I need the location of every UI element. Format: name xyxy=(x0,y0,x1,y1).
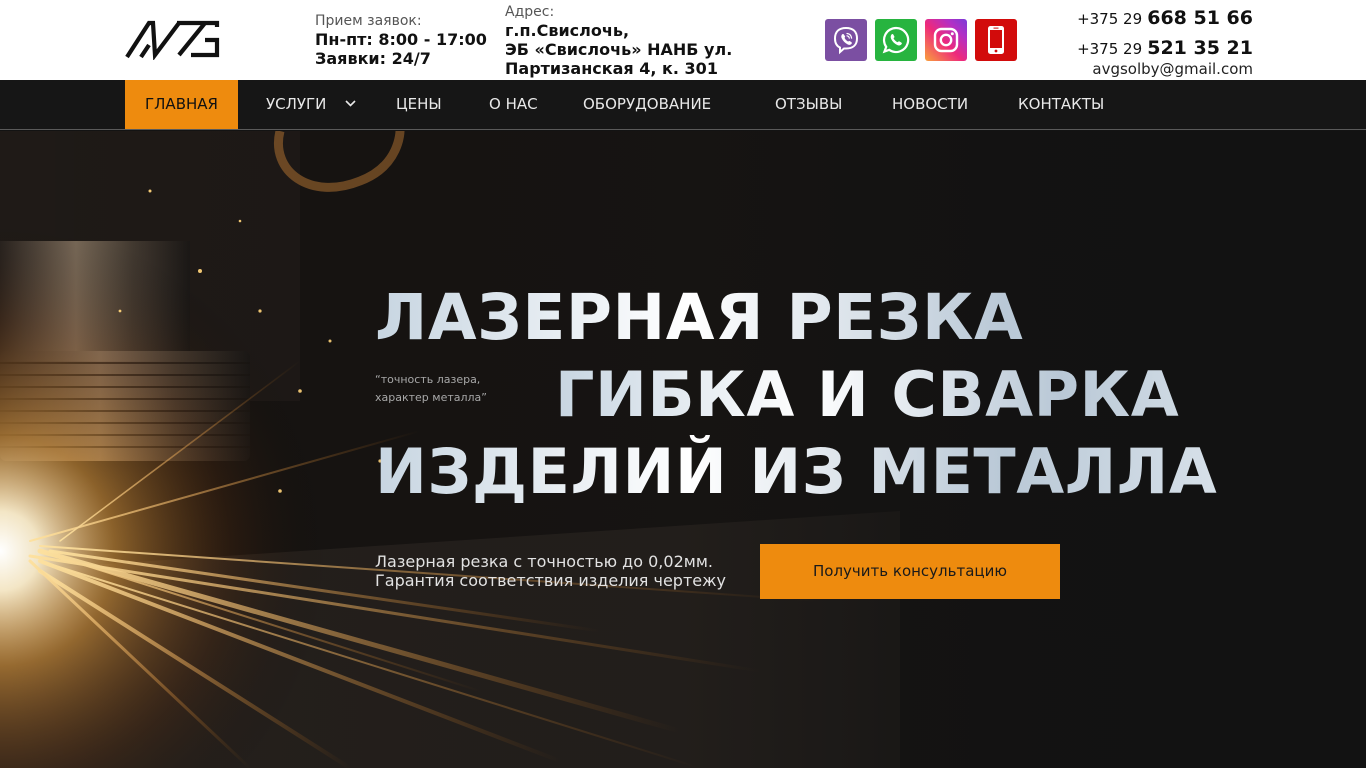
hero-title-line-3: ИЗДЕЛИЙ ИЗ МЕТАЛЛА xyxy=(375,433,1275,510)
consultation-button[interactable]: Получить консультацию xyxy=(760,544,1060,599)
phone-number-2[interactable]: +375 29 521 35 21 xyxy=(993,34,1253,63)
address-label: Адрес: xyxy=(505,4,555,20)
address-line-2: ЭБ «Свислочь» НАНБ ул. xyxy=(505,40,733,59)
hero-title-line-2: ГИБКА И СВАРКА xyxy=(555,356,1275,433)
phone-digits-1: 668 51 66 xyxy=(1147,7,1253,29)
viber-link[interactable] xyxy=(825,19,867,61)
address-line-1: г.п.Свислочь, xyxy=(505,21,630,40)
working-hours: Прием заявок: Пн-пт: 8:00 - 17:00 Заявки… xyxy=(315,12,487,68)
address-block: Адрес: г.п.Свислочь, ЭБ «Свислочь» НАНБ … xyxy=(505,3,732,78)
hours-requests: Заявки: 24/7 xyxy=(315,49,431,68)
nav-item-about[interactable]: О НАС xyxy=(489,80,538,129)
phone-code-2: +375 29 xyxy=(1077,40,1143,58)
hero-subtitle: Лазерная резка с точностью до 0,02мм. Га… xyxy=(375,552,726,590)
nav-item-equipment[interactable]: ОБОРУДОВАНИЕ xyxy=(583,80,711,129)
hero-subtitle-line-1: Лазерная резка с точностью до 0,02мм. xyxy=(375,552,713,571)
whatsapp-link[interactable] xyxy=(875,19,917,61)
nav-item-home[interactable]: ГЛАВНАЯ xyxy=(125,80,238,129)
chevron-down-icon xyxy=(345,99,356,107)
nav-item-news[interactable]: НОВОСТИ xyxy=(892,80,968,129)
contact-block: +375 29 668 51 66 +375 29 521 35 21 avgs… xyxy=(993,4,1253,78)
nav-item-prices[interactable]: ЦЕНЫ xyxy=(396,80,442,129)
avg-logo[interactable] xyxy=(125,18,221,60)
viber-icon xyxy=(833,26,859,55)
instagram-icon xyxy=(933,27,959,53)
hours-weekdays: Пн-пт: 8:00 - 17:00 xyxy=(315,30,487,49)
instagram-link[interactable] xyxy=(925,19,967,61)
hero-tagline: “точность лазера, характер металла” xyxy=(375,373,487,404)
phone-digits-2: 521 35 21 xyxy=(1147,37,1253,59)
hero-section: ЛАЗЕРНАЯ РЕЗКА ГИБКА И СВАРКА ИЗДЕЛИЙ ИЗ… xyxy=(0,131,1366,768)
hero-title-line-1: ЛАЗЕРНАЯ РЕЗКА xyxy=(375,279,1275,356)
hero-subtitle-line-2: Гарантия соответствия изделия чертежу xyxy=(375,571,727,590)
address-line-3: Партизанская 4, к. 301 xyxy=(505,59,718,78)
nav-item-services[interactable]: УСЛУГИ xyxy=(266,80,356,129)
phone-number-1[interactable]: +375 29 668 51 66 xyxy=(993,4,1253,33)
nav-item-services-label: УСЛУГИ xyxy=(266,95,327,113)
hero-title: ЛАЗЕРНАЯ РЕЗКА ГИБКА И СВАРКА ИЗДЕЛИЙ ИЗ… xyxy=(375,279,1275,510)
whatsapp-icon xyxy=(882,26,910,54)
phone-code-1: +375 29 xyxy=(1077,10,1143,28)
nav-item-contacts[interactable]: КОНТАКТЫ xyxy=(1018,80,1104,129)
main-nav: ГЛАВНАЯ УСЛУГИ ЦЕНЫ О НАС ОБОРУДОВАНИЕ О… xyxy=(0,80,1366,130)
hours-label: Прием заявок: xyxy=(315,13,422,29)
site-header: Прием заявок: Пн-пт: 8:00 - 17:00 Заявки… xyxy=(0,0,1366,80)
nav-item-reviews[interactable]: ОТЗЫВЫ xyxy=(775,80,842,129)
email-link[interactable]: avgsolby@gmail.com xyxy=(993,61,1253,78)
